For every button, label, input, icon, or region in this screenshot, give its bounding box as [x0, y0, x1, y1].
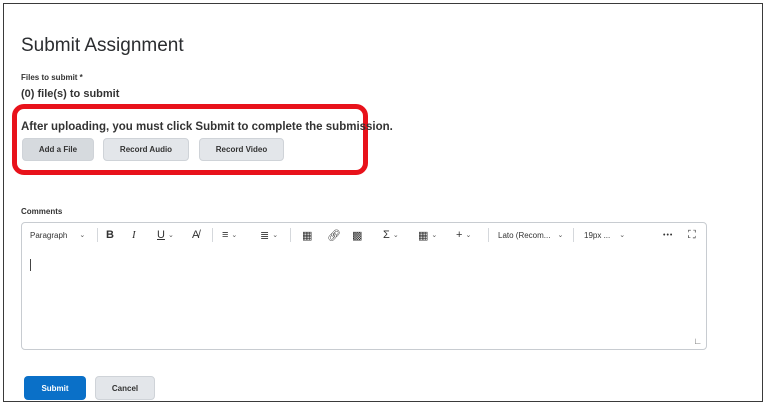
toolbar-divider	[573, 228, 574, 242]
text-cursor	[30, 259, 31, 271]
toolbar-divider	[290, 228, 291, 242]
insert-stuff-icon: ▦	[302, 229, 313, 242]
resize-handle-icon[interactable]: ∟	[693, 336, 702, 346]
cancel-button[interactable]: Cancel	[95, 376, 155, 400]
list-icon: ≣	[260, 229, 270, 242]
chevron-down-icon: ⌄	[167, 232, 174, 239]
insert-element-button[interactable]: ▦	[302, 228, 312, 242]
image-icon: ▩	[352, 229, 363, 242]
comments-label: Comments	[21, 207, 63, 216]
editor-toolbar: Paragraph ⌄ B I U ⌄ A̸ ≡ ⌄ ≣ ⌄ ▦ 🔗︎ ▩ Σ …	[22, 223, 706, 247]
upload-instruction-text: After uploading, you must click Submit t…	[21, 121, 393, 133]
align-dropdown[interactable]: ≡ ⌄	[222, 228, 237, 242]
chevron-down-icon: ⌄	[231, 232, 238, 239]
font-family-dropdown[interactable]: Lato (Recom... ⌄	[498, 228, 563, 242]
record-audio-button[interactable]: Record Audio	[103, 138, 189, 161]
font-family-value: Lato (Recom...	[498, 230, 551, 240]
strikethrough-style-icon: A̸	[192, 229, 200, 241]
toolbar-divider	[212, 228, 213, 242]
chevron-down-icon: ⌄	[557, 232, 564, 239]
italic-icon: I	[132, 229, 136, 241]
italic-button[interactable]: I	[132, 228, 136, 242]
font-size-value: 19px ...	[584, 230, 611, 240]
chevron-down-icon: ⌄	[79, 232, 86, 239]
chevron-down-icon: ⌄	[392, 232, 399, 239]
comments-editor[interactable]: Paragraph ⌄ B I U ⌄ A̸ ≡ ⌄ ≣ ⌄ ▦ 🔗︎ ▩ Σ …	[21, 222, 707, 350]
table-dropdown[interactable]: ▦ ⌄	[418, 228, 437, 242]
table-icon: ▦	[418, 229, 429, 242]
underline-icon: U	[157, 229, 165, 241]
add-file-button[interactable]: Add a File	[22, 138, 94, 161]
sigma-icon: Σ	[383, 229, 390, 241]
list-dropdown[interactable]: ≣ ⌄	[260, 228, 278, 242]
plus-icon: +	[456, 229, 463, 241]
font-size-dropdown[interactable]: 19px ... ⌄	[584, 228, 625, 242]
record-video-button[interactable]: Record Video	[199, 138, 284, 161]
text-style-button[interactable]: A̸	[192, 228, 199, 242]
submit-button[interactable]: Submit	[24, 376, 86, 400]
more-options-button[interactable]: •••	[663, 228, 673, 242]
chevron-down-icon: ⌄	[619, 232, 626, 239]
chevron-down-icon: ⌄	[431, 232, 438, 239]
files-to-submit-label: Files to submit *	[21, 73, 83, 82]
page-title: Submit Assignment	[21, 35, 184, 56]
files-count-text: (0) file(s) to submit	[21, 88, 120, 100]
bold-icon: B	[106, 229, 114, 241]
align-left-icon: ≡	[222, 229, 229, 241]
insert-image-button[interactable]: ▩	[352, 228, 362, 242]
equation-dropdown[interactable]: Σ ⌄	[383, 228, 399, 242]
page-frame: Submit Assignment Files to submit * (0) …	[3, 3, 763, 402]
toolbar-divider	[488, 228, 489, 242]
insert-link-button[interactable]: 🔗︎	[327, 228, 341, 242]
paragraph-format-label: Paragraph	[30, 230, 68, 240]
expand-icon: ⛶	[688, 228, 696, 241]
toolbar-divider	[97, 228, 98, 242]
paragraph-format-dropdown[interactable]: Paragraph ⌄	[30, 228, 85, 242]
chevron-down-icon: ⌄	[465, 232, 472, 239]
more-dots-icon: •••	[663, 231, 674, 239]
chevron-down-icon: ⌄	[272, 232, 279, 239]
underline-dropdown[interactable]: U ⌄	[157, 228, 174, 242]
bold-button[interactable]: B	[106, 228, 114, 242]
fullscreen-button[interactable]: ⛶	[688, 228, 696, 242]
link-icon: 🔗︎	[327, 229, 341, 242]
insert-more-dropdown[interactable]: + ⌄	[456, 228, 471, 242]
